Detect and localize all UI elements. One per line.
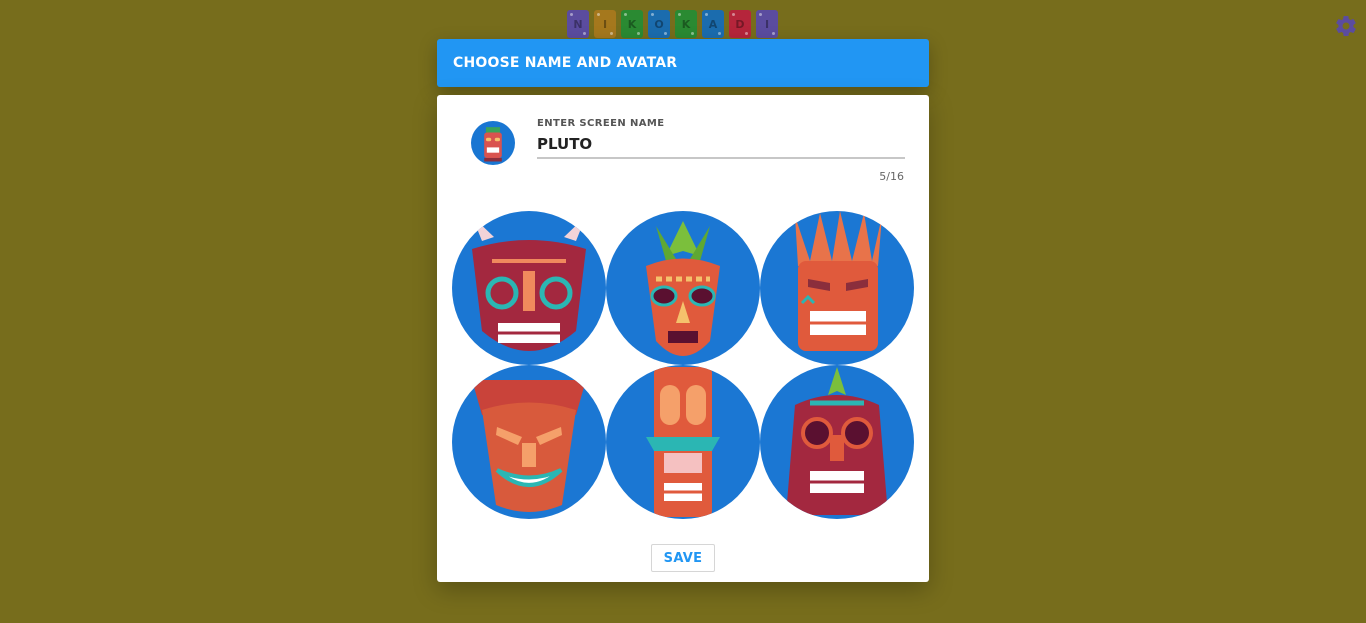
screen-name-input[interactable] [537,131,905,159]
logo-letter: O [648,10,670,38]
save-button[interactable]: SAVE [651,544,715,572]
avatar-option-angry-tiki-mask[interactable] [452,365,606,519]
avatar-dialog: ENTER SCREEN NAME 5/16 [437,95,929,582]
avatar-option-leafy-tiki-mask[interactable] [606,211,760,365]
nikokadi-logo: N I K O K A D I [567,10,778,38]
avatar-option-totem-tiki-mask[interactable] [606,365,760,519]
logo-letter: A [702,10,724,38]
dialog-title: CHOOSE NAME AND AVATAR [453,55,678,71]
logo-letter: N [567,10,589,38]
logo-letter: D [729,10,751,38]
gear-icon[interactable] [1334,14,1358,38]
logo-letter: I [756,10,778,38]
char-count: 5/16 [879,170,904,183]
logo-letter: K [675,10,697,38]
name-label: ENTER SCREEN NAME [537,118,665,129]
avatar-option-feather-tiki-mask[interactable] [760,211,914,365]
logo-letter: I [594,10,616,38]
avatar-option-round-eyed-tiki-mask[interactable] [760,365,914,519]
avatar-grid [452,211,914,519]
logo-letter: K [621,10,643,38]
current-avatar [471,121,515,165]
dialog-header: CHOOSE NAME AND AVATAR [437,39,929,87]
avatar-option-horned-tiki-mask[interactable] [452,211,606,365]
